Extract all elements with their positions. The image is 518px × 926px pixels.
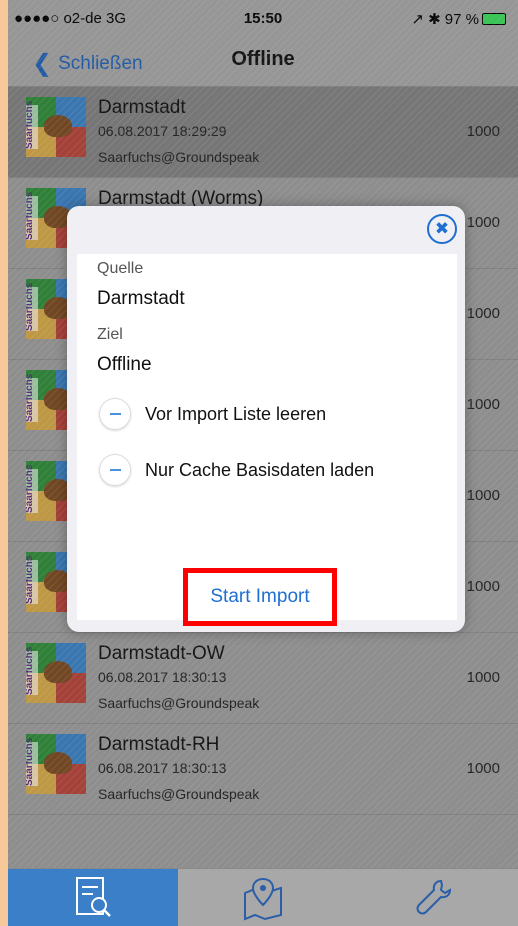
tab-list-search[interactable]: [8, 869, 178, 926]
option-clear-list-label: Vor Import Liste leeren: [145, 404, 327, 424]
source-label: Quelle: [97, 260, 144, 277]
target-value: Offline: [97, 354, 152, 375]
tab-map[interactable]: [178, 869, 348, 926]
target-label: Ziel: [97, 326, 123, 343]
option-basic-data-label: Nur Cache Basisdaten laden: [145, 460, 375, 480]
start-import-button[interactable]: Start Import: [183, 568, 337, 626]
map-pin-icon: [244, 877, 282, 921]
tab-settings[interactable]: [348, 869, 518, 926]
source-value: Darmstadt: [97, 288, 185, 309]
toggle-circle-icon[interactable]: [99, 398, 131, 430]
close-dialog-button[interactable]: ✖: [427, 214, 457, 244]
import-panel: Quelle Darmstadt Ziel Offline Vor Import…: [77, 254, 457, 620]
close-icon: ✖: [434, 219, 450, 238]
tab-bar: [8, 868, 518, 926]
list-search-icon: [76, 877, 111, 917]
import-dialog: ✖ Quelle Darmstadt Ziel Offline Vor Impo…: [67, 206, 465, 632]
app-screen: ●●●●○ o2-de 3G 15:50 ↗ ✱ 97 % ❮ Schließen…: [8, 0, 518, 926]
wrench-icon: [416, 879, 452, 915]
toggle-circle-icon[interactable]: [99, 454, 131, 486]
